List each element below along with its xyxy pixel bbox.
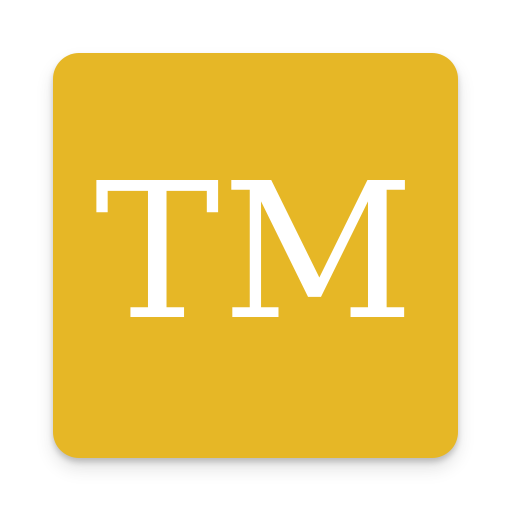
launcher-stage: TM xyxy=(0,0,512,512)
app-icon-tile[interactable]: TM xyxy=(53,53,458,458)
app-icon-monogram: TM xyxy=(94,142,417,362)
